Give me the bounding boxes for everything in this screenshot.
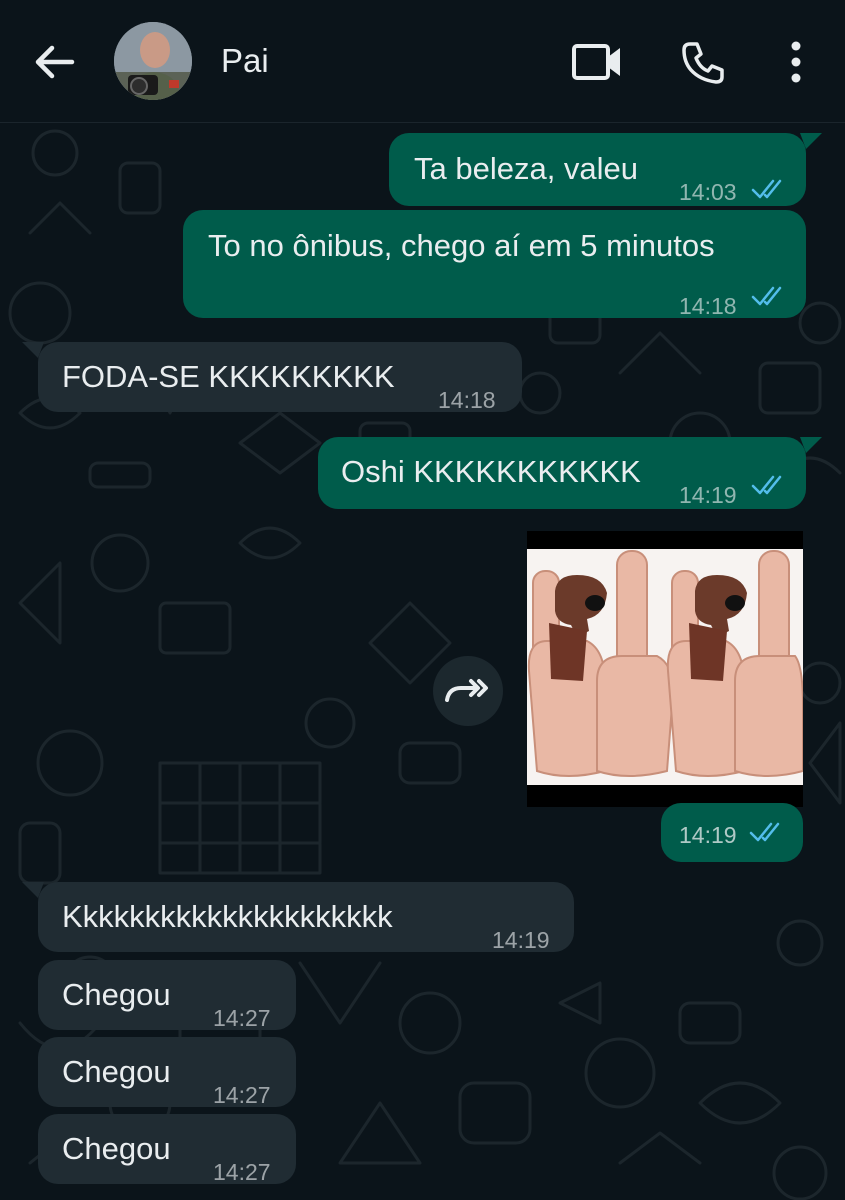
message-time: 14:03 (679, 179, 737, 205)
read-receipt-icon (751, 475, 782, 495)
message-bubble-outgoing[interactable]: To no ônibus, chego aí em 5 minutos 14:1… (183, 210, 806, 319)
bubble-tail (800, 133, 822, 149)
read-receipt-icon (749, 822, 780, 842)
forward-icon (445, 679, 488, 702)
message-bubble-incoming[interactable]: Chegou 14:27 (38, 960, 296, 1031)
read-receipt-icon (751, 179, 782, 199)
message-list[interactable]: Ta beleza, valeu 14:03 To no ônibus, che… (0, 123, 845, 1200)
message-time: 14:27 (213, 1005, 271, 1031)
forward-button[interactable] (433, 656, 503, 726)
chat-header: Pai (0, 0, 845, 123)
message-time: 14:18 (438, 387, 496, 413)
message-bubble-incoming[interactable]: Kkkkkkkkkkkkkkkkkkkkk 14:19 (38, 882, 574, 953)
message-text: Chegou (62, 1131, 171, 1166)
message-text: Ta beleza, valeu (414, 151, 639, 186)
contact-name[interactable]: Pai (221, 42, 269, 80)
message-bubble-incoming[interactable]: Chegou 14:27 (38, 1114, 296, 1185)
bubble-tail (800, 437, 822, 453)
contact-photo (114, 22, 192, 100)
message-time: 14:19 (679, 822, 737, 848)
message-time: 14:27 (213, 1159, 271, 1185)
message-bubble-outgoing[interactable]: Ta beleza, valeu 14:03 (389, 133, 806, 206)
avatar[interactable] (114, 22, 192, 100)
back-arrow-icon[interactable] (30, 38, 78, 86)
message-text: Chegou (62, 977, 171, 1012)
message-time: 14:19 (492, 927, 550, 953)
read-receipt-icon (751, 286, 782, 306)
message-time: 14:27 (213, 1082, 271, 1108)
sticker-image[interactable] (527, 531, 803, 807)
sticker-graphic (527, 531, 803, 807)
message-time: 14:18 (679, 293, 737, 319)
message-time-bubble[interactable]: 14:19 (661, 803, 803, 862)
message-bubble-incoming[interactable]: FODA-SE KKKKKKKKK 14:18 (38, 342, 522, 413)
more-options-icon[interactable] (785, 38, 807, 88)
message-text: To no ônibus, chego aí em 5 minutos (208, 228, 715, 263)
message-text: Kkkkkkkkkkkkkkkkkkkkk (62, 899, 393, 934)
video-call-icon[interactable] (571, 40, 623, 84)
message-text: FODA-SE KKKKKKKKK (62, 359, 395, 394)
message-bubble-incoming[interactable]: Chegou 14:27 (38, 1037, 296, 1108)
message-bubble-outgoing[interactable]: Oshi KKKKKKKKKKK 14:19 (318, 437, 806, 509)
message-text: Chegou (62, 1054, 171, 1089)
message-time: 14:19 (679, 482, 737, 508)
voice-call-icon[interactable] (680, 40, 726, 86)
message-text: Oshi KKKKKKKKKKK (341, 454, 641, 489)
